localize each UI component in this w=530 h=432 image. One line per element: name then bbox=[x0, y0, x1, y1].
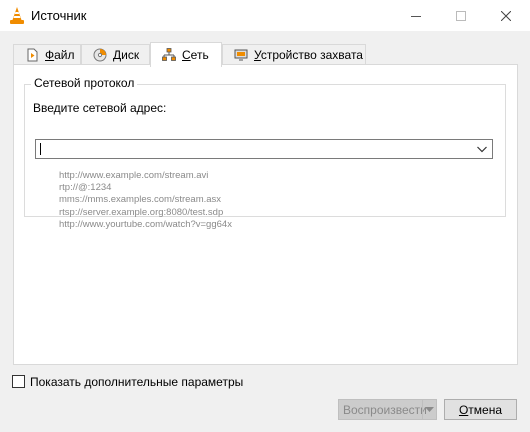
text-caret bbox=[40, 143, 41, 155]
tab-file-label: Файл bbox=[45, 48, 75, 62]
capture-device-icon bbox=[234, 48, 248, 62]
close-icon bbox=[500, 10, 511, 21]
play-button-label[interactable]: Воспроизвести bbox=[343, 403, 427, 417]
tab-capture-device-label: Устройство захвата bbox=[254, 48, 363, 62]
minimize-icon bbox=[410, 15, 421, 17]
maximize-button[interactable] bbox=[438, 0, 483, 31]
tab-network-label: Сеть bbox=[182, 48, 209, 62]
tab-disc[interactable]: Диск bbox=[81, 44, 150, 65]
tab-network[interactable]: Сеть bbox=[150, 42, 222, 67]
network-icon bbox=[162, 48, 176, 62]
chevron-down-icon[interactable] bbox=[425, 406, 434, 413]
tab-capture-device[interactable]: Устройство захвата bbox=[222, 44, 366, 65]
show-more-options-checkbox[interactable] bbox=[12, 375, 25, 388]
example-url: rtsp://server.example.org:8080/test.sdp bbox=[59, 206, 224, 218]
example-url: rtp://@:1234 bbox=[59, 182, 112, 194]
example-url: http://www.example.com/stream.avi bbox=[59, 170, 209, 181]
window-title: Источник bbox=[31, 8, 87, 23]
title-bar: Источник bbox=[0, 0, 530, 31]
cancel-button-label: Отмена bbox=[458, 402, 503, 417]
show-more-options-label[interactable]: Показать дополнительные параметры bbox=[30, 375, 243, 389]
file-icon bbox=[25, 48, 39, 62]
split-divider bbox=[422, 400, 423, 419]
network-protocol-group: Сетевой протокол Введите сетевой адрес: … bbox=[24, 76, 506, 230]
vlc-cone-icon bbox=[10, 7, 24, 24]
disc-icon bbox=[93, 48, 107, 62]
tab-file[interactable]: Файл bbox=[13, 44, 81, 65]
network-address-combobox[interactable] bbox=[35, 139, 493, 159]
example-url: mms://mms.examples.com/stream.asx bbox=[59, 194, 222, 206]
address-label: Введите сетевой адрес: bbox=[33, 101, 167, 115]
maximize-icon bbox=[455, 10, 466, 21]
network-protocol-group-title: Сетевой протокол bbox=[31, 76, 138, 90]
cancel-button[interactable]: Отмена bbox=[444, 399, 517, 420]
chevron-down-icon[interactable] bbox=[476, 143, 488, 155]
example-urls: http://www.example.com/stream.avi rtp://… bbox=[59, 170, 232, 231]
tab-disc-label: Диск bbox=[113, 48, 140, 62]
minimize-button[interactable] bbox=[393, 0, 438, 31]
example-url: http://www.yourtube.com/watch?v=gg64x bbox=[59, 218, 232, 230]
network-tab-panel: Сетевой протокол Введите сетевой адрес: … bbox=[13, 64, 518, 365]
play-split-button[interactable]: Воспроизвести bbox=[338, 399, 437, 420]
close-button[interactable] bbox=[483, 0, 528, 31]
